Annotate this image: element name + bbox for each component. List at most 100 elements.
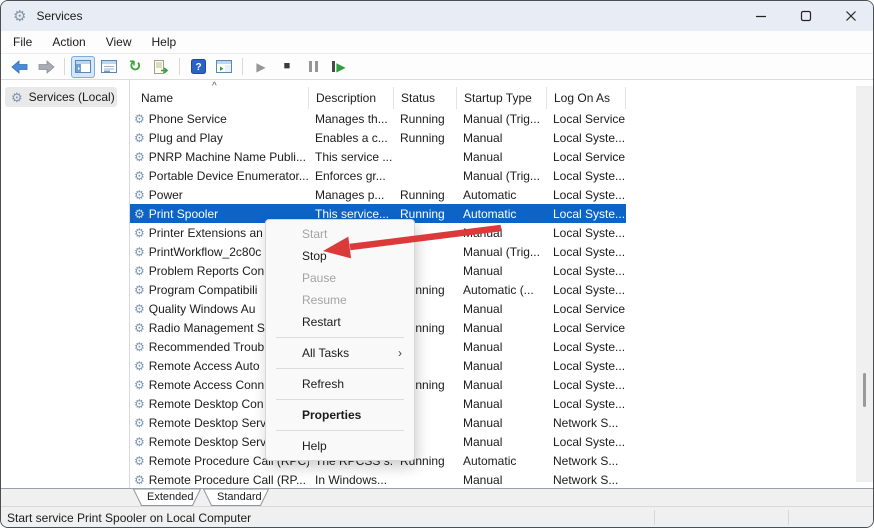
show-console-tree-button[interactable] <box>71 55 95 78</box>
context-menu-item-stop[interactable]: Stop › <box>266 245 414 267</box>
service-startup-type: Manual <box>463 130 503 145</box>
services-app-icon: ⚙ <box>13 7 27 25</box>
menu-view[interactable]: View <box>96 31 142 53</box>
column-header-description[interactable]: Description <box>309 87 394 109</box>
table-row[interactable]: ⚙ Remote Procedure Call (RP... In Windows… <box>130 470 626 489</box>
menu-bar: File Action View Help <box>1 31 873 54</box>
context-menu-item-label: Help <box>302 439 327 453</box>
scrollbar-thumb[interactable] <box>863 373 866 407</box>
menu-file[interactable]: File <box>13 31 42 53</box>
context-menu-item-restart[interactable]: Restart › <box>266 311 414 333</box>
service-startup-type: Automatic <box>463 206 517 221</box>
sidebar-item-services-local[interactable]: ⚙ Services (Local) <box>5 87 117 107</box>
restart-service-button[interactable]: ▶ <box>327 56 351 78</box>
list-header: ^ Name Description Status Startup Type L… <box>130 81 626 109</box>
service-description: Enables a c... <box>315 130 388 145</box>
context-menu-item-label: Stop <box>302 249 327 263</box>
forward-button[interactable] <box>34 56 58 78</box>
export-list-icon <box>154 59 169 74</box>
service-status: Running <box>400 130 445 145</box>
service-name: Remote Access Auto <box>148 358 260 373</box>
service-log-on-as: Local Syste... <box>553 396 626 411</box>
service-name: Recommended Troub <box>148 339 265 354</box>
service-startup-type: Manual <box>463 472 503 487</box>
context-menu-item-properties[interactable]: Properties › <box>266 404 414 426</box>
service-startup-type: Manual <box>463 415 503 430</box>
context-menu-item-label: Resume <box>302 293 347 307</box>
restart-icon: ▶ <box>332 61 346 73</box>
context-menu-separator <box>276 430 404 431</box>
column-header-status[interactable]: Status <box>394 87 457 109</box>
refresh-button[interactable]: ↻ <box>123 56 147 78</box>
table-row[interactable]: ⚙ Phone Service Manages th... Running Man… <box>130 109 626 128</box>
stop-service-button[interactable]: ■ <box>275 56 299 78</box>
service-log-on-as: Local Syste... <box>553 244 626 259</box>
help-button[interactable]: ? <box>186 56 210 78</box>
minimize-button[interactable] <box>738 1 783 31</box>
status-text: Start service Print Spooler on Local Com… <box>7 510 252 525</box>
main-area: ⚙ Services (Local) ^ Name Description St… <box>1 80 873 488</box>
service-startup-type: Manual (Trig... <box>463 168 540 183</box>
refresh-icon: ↻ <box>128 58 142 75</box>
properties-window-icon <box>101 60 117 73</box>
toolbar-separator <box>64 58 65 75</box>
services-list-view: ^ Name Description Status Startup Type L… <box>130 80 873 488</box>
table-row[interactable]: ⚙ PNRP Machine Name Publi... This service… <box>130 147 626 166</box>
menu-help[interactable]: Help <box>142 31 187 53</box>
service-status: Running <box>400 111 445 126</box>
service-startup-type: Manual (Trig... <box>463 111 540 126</box>
context-menu-item-refresh[interactable]: Refresh › <box>266 373 414 395</box>
toolbar: ↻ ? ▶ ■ ▶ <box>1 54 873 80</box>
export-list-button[interactable] <box>149 56 173 78</box>
service-log-on-as: Local Syste... <box>553 358 626 373</box>
services-window: ⚙ Services File Action View Help ↻ ? ▶ ■… <box>0 0 874 528</box>
service-gear-icon: ⚙ <box>134 206 145 221</box>
vertical-scrollbar[interactable] <box>856 86 873 482</box>
service-gear-icon: ⚙ <box>134 168 145 183</box>
statusbar-divider <box>654 510 655 525</box>
column-header-log-on-as[interactable]: Log On As <box>547 87 626 109</box>
service-log-on-as: Network S... <box>553 453 619 468</box>
forward-arrow-icon <box>38 59 55 74</box>
pause-service-button[interactable] <box>301 56 325 78</box>
service-name: Program Compatibili <box>148 282 258 297</box>
service-gear-icon: ⚙ <box>134 225 145 240</box>
service-gear-icon: ⚙ <box>134 320 145 335</box>
maximize-button[interactable] <box>783 1 828 31</box>
window-title: Services <box>36 9 83 23</box>
service-gear-icon: ⚙ <box>134 111 145 126</box>
service-gear-icon: ⚙ <box>134 301 145 316</box>
service-name: Remote Desktop Serv <box>148 434 267 449</box>
back-button[interactable] <box>8 56 32 78</box>
service-name: Plug and Play <box>148 130 223 145</box>
service-log-on-as: Local Syste... <box>553 187 626 202</box>
context-menu-item-label: Properties <box>302 408 362 422</box>
service-startup-type: Manual <box>463 358 503 373</box>
context-menu-separator <box>276 399 404 400</box>
svg-text:?: ? <box>195 62 201 73</box>
service-log-on-as: Local Service <box>553 320 626 335</box>
service-name: PNRP Machine Name Publi... <box>148 149 306 164</box>
table-row[interactable]: ⚙ Plug and Play Enables a c... Running Ma… <box>130 128 626 147</box>
service-log-on-as: Local Service <box>553 111 626 126</box>
service-gear-icon: ⚙ <box>134 244 145 259</box>
service-name: Portable Device Enumerator... <box>148 168 309 183</box>
menu-action[interactable]: Action <box>42 31 95 53</box>
service-startup-type: Manual <box>463 320 503 335</box>
pause-icon <box>308 61 318 72</box>
column-header-startup-type[interactable]: Startup Type <box>457 87 547 109</box>
table-row[interactable]: ⚙ Power Manages p... Running Automatic Lo… <box>130 185 626 204</box>
table-row[interactable]: ⚙ Portable Device Enumerator... Enforces … <box>130 166 626 185</box>
service-startup-type: Manual <box>463 339 503 354</box>
close-button[interactable] <box>828 1 873 31</box>
tab-standard[interactable]: Standard <box>203 489 269 506</box>
service-status: Running <box>400 187 445 202</box>
service-name: Phone Service <box>148 111 227 126</box>
show-action-pane-button[interactable] <box>212 56 236 78</box>
tab-extended[interactable]: Extended <box>133 489 201 506</box>
properties-button[interactable] <box>97 56 121 78</box>
column-header-name[interactable]: Name <box>130 87 309 109</box>
start-service-button[interactable]: ▶ <box>249 56 273 78</box>
context-menu-item-all-tasks[interactable]: All Tasks › <box>266 342 414 364</box>
context-menu-item-help[interactable]: Help › <box>266 435 414 457</box>
